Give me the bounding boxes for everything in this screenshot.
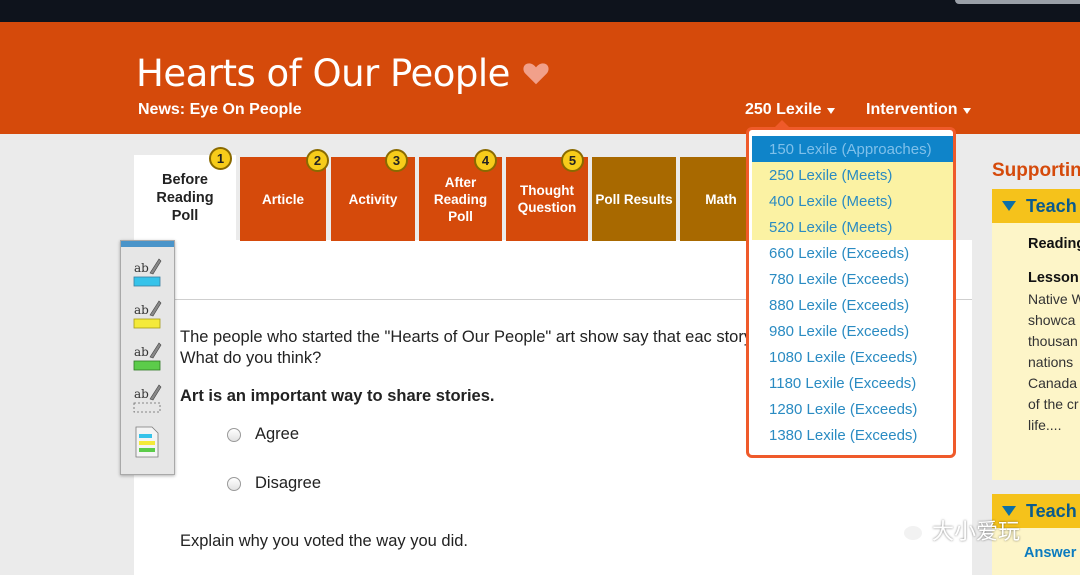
lexile-option-250[interactable]: 250 Lexile (Meets)	[752, 162, 953, 188]
lesson-line: showca	[1028, 312, 1076, 328]
tab-badge: 3	[385, 149, 408, 172]
lexile-option-780[interactable]: 780 Lexile (Exceeds)	[752, 266, 953, 292]
tab-label: Before Reading Poll	[156, 172, 214, 224]
page-header: Hearts of Our People News: Eye On People…	[0, 22, 1080, 134]
tab-label: Thought Question	[517, 183, 577, 215]
tab-poll-results[interactable]: Poll Results	[592, 157, 676, 241]
sidebar-lesson[interactable]: Lesson	[1028, 268, 1079, 289]
lesson-line: Native W	[1028, 291, 1080, 307]
highlighter-green-icon[interactable]: ab	[132, 339, 162, 373]
lexile-option-660[interactable]: 660 Lexile (Exceeds)	[752, 240, 953, 266]
tab-label: Article	[261, 191, 305, 207]
sidebar-reading[interactable]: Reading	[1028, 234, 1080, 255]
lexile-option-1080[interactable]: 1080 Lexile (Exceeds)	[752, 344, 953, 370]
toolbar-handle[interactable]	[121, 241, 174, 247]
sidebar-panel-1-header[interactable]: Teach	[992, 189, 1080, 223]
answer-link[interactable]: Answer	[1024, 545, 1076, 561]
poll-statement: Art is an important way to share stories…	[180, 387, 495, 405]
annotation-toolbar: ab ab ab ab	[120, 240, 175, 475]
sidebar-panel-2-label: Teach	[1026, 500, 1077, 521]
collapse-triangle-icon	[1002, 201, 1016, 211]
tab-badge: 4	[474, 149, 497, 172]
tab-label: Poll Results	[595, 191, 673, 207]
lexile-option-150[interactable]: 150 Lexile (Approaches)	[752, 136, 953, 162]
lexile-option-520[interactable]: 520 Lexile (Meets)	[752, 214, 953, 240]
intervention-dropdown[interactable]: Intervention	[866, 101, 971, 119]
heart-icon[interactable]	[521, 58, 551, 88]
notes-icon[interactable]	[132, 425, 162, 459]
tab-label: Math	[705, 191, 737, 207]
radio-disagree[interactable]	[227, 476, 241, 491]
tab-label: Activity	[348, 191, 398, 207]
highlighter-cyan-icon[interactable]: ab	[132, 255, 162, 289]
lexile-option-880[interactable]: 880 Lexile (Exceeds)	[752, 292, 953, 318]
tab-activity[interactable]: Activity 3	[331, 149, 415, 241]
lexile-option-400[interactable]: 400 Lexile (Meets)	[752, 188, 953, 214]
lexile-option-1180[interactable]: 1180 Lexile (Exceeds)	[752, 370, 953, 396]
svg-text:ab: ab	[134, 261, 149, 275]
poll-question: The people who started the "Hearts of Ou…	[180, 328, 756, 367]
explain-prompt: Explain why you voted the way you did.	[180, 532, 469, 550]
svg-text:ab: ab	[134, 387, 149, 401]
page-title: Hearts of Our People	[136, 52, 510, 95]
lesson-line: of the cr	[1028, 396, 1079, 412]
intervention-dropdown-label: Intervention	[866, 101, 958, 118]
lexile-dropdown-label: 250 Lexile	[745, 101, 822, 118]
wechat-icon	[891, 517, 924, 542]
option-agree-label: Agree	[255, 425, 300, 443]
sidebar-title: Supporting	[992, 160, 1080, 181]
eraser-icon[interactable]: ab	[132, 381, 162, 415]
highlighter-yellow-icon[interactable]: ab	[132, 297, 162, 331]
menu-pointer	[774, 120, 790, 128]
option-disagree-label: Disagree	[255, 474, 322, 492]
sidebar-panel-1-label: Teach	[1026, 195, 1077, 216]
tab-badge: 5	[561, 149, 584, 172]
tab-thought-question[interactable]: Thought Question 5	[506, 149, 588, 241]
tab-before-reading-poll[interactable]: Before Reading Poll 1	[134, 147, 236, 241]
svg-text:ab: ab	[134, 345, 149, 359]
watermark-text: 大小爱玩	[932, 520, 1021, 545]
browser-top-bar	[0, 0, 1080, 22]
caret-down-icon	[962, 108, 971, 114]
top-bar-edge	[955, 0, 1080, 4]
lesson-line: nations	[1028, 354, 1074, 370]
tab-label: After Reading Poll	[433, 174, 488, 224]
lexile-dropdown[interactable]: 250 Lexile	[745, 101, 835, 119]
section-subtitle[interactable]: News: Eye On People	[138, 101, 302, 119]
lexile-option-1280[interactable]: 1280 Lexile (Exceeds)	[752, 396, 953, 422]
caret-down-icon	[826, 108, 835, 114]
watermark: 大小爱玩	[890, 514, 1020, 546]
tab-badge: 2	[306, 149, 329, 172]
lexile-option-980[interactable]: 980 Lexile (Exceeds)	[752, 318, 953, 344]
lexile-option-1380[interactable]: 1380 Lexile (Exceeds)	[752, 422, 953, 448]
svg-text:ab: ab	[134, 303, 149, 317]
lesson-line: life....	[1028, 417, 1062, 433]
lesson-line: thousan	[1028, 333, 1078, 349]
radio-agree[interactable]	[227, 427, 241, 442]
lexile-menu: 150 Lexile (Approaches) 250 Lexile (Meet…	[746, 120, 956, 458]
tab-article[interactable]: Article 2	[240, 149, 329, 241]
tab-badge: 1	[209, 147, 232, 170]
option-disagree[interactable]: Disagree	[227, 474, 321, 493]
lesson-line: Canada	[1028, 375, 1078, 391]
option-agree[interactable]: Agree	[227, 425, 299, 444]
tab-after-reading-poll[interactable]: After Reading Poll 4	[419, 149, 502, 241]
